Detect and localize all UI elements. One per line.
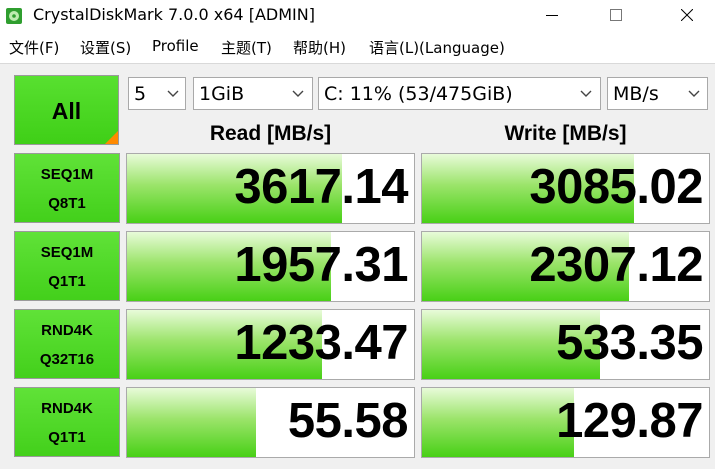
test-size-select[interactable]: 1GiB	[193, 77, 313, 110]
chevron-down-icon	[580, 90, 592, 97]
read-result-value: 1233.47	[234, 316, 408, 370]
run-all-button[interactable]: All	[14, 75, 119, 145]
test-type-label: SEQ1M	[40, 166, 94, 183]
write-result-bar	[422, 388, 575, 457]
menu-profile[interactable]: Profile	[152, 37, 199, 55]
minimize-button[interactable]	[529, 0, 575, 31]
test-rnd4k-q32t16-button[interactable]: RND4K Q32T16	[14, 309, 120, 379]
maximize-button[interactable]	[593, 0, 639, 31]
read-header: Read [MB/s]	[209, 122, 332, 145]
menu-help[interactable]: 帮助(H)	[293, 37, 346, 58]
minimize-icon	[546, 15, 558, 16]
chevron-down-icon	[688, 90, 700, 97]
drive-select[interactable]: C: 11% (53/475GiB)	[318, 77, 601, 110]
chevron-down-icon	[167, 90, 179, 97]
read-result-value: 1957.31	[234, 238, 408, 292]
menu-settings[interactable]: 设置(S)	[80, 37, 131, 58]
run-all-label: All	[51, 98, 82, 124]
test-rnd4k-q1t1-button[interactable]: RND4K Q1T1	[14, 387, 120, 457]
write-result-cell: 533.35	[421, 309, 710, 380]
test-seq1m-q8t1-button[interactable]: SEQ1M Q8T1	[14, 153, 120, 223]
unit-value: MB/s	[613, 83, 659, 105]
write-result-value: 3085.02	[529, 160, 703, 214]
read-result-value: 3617.14	[234, 160, 408, 214]
write-result-cell: 3085.02	[421, 153, 710, 224]
unit-select[interactable]: MB/s	[607, 77, 708, 110]
app-icon	[6, 8, 22, 24]
test-size-value: 1GiB	[199, 83, 245, 105]
write-result-value: 533.35	[556, 316, 703, 370]
write-result-value: 2307.12	[529, 238, 703, 292]
read-result-cell: 55.58	[126, 387, 415, 458]
test-queue-label: Q8T1	[48, 195, 86, 212]
menu-file[interactable]: 文件(F)	[9, 37, 59, 58]
menu-language[interactable]: 语言(L)(Language)	[369, 37, 505, 58]
window-title: CrystalDiskMark 7.0.0 x64 [ADMIN]	[33, 5, 315, 24]
test-queue-label: Q1T1	[48, 273, 86, 290]
test-queue-label: Q1T1	[48, 429, 86, 446]
title-bar: CrystalDiskMark 7.0.0 x64 [ADMIN]	[0, 0, 715, 31]
test-type-label: RND4K	[41, 322, 93, 339]
test-seq1m-q1t1-button[interactable]: SEQ1M Q1T1	[14, 231, 120, 301]
read-result-cell: 1233.47	[126, 309, 415, 380]
menu-bar: 文件(F) 设置(S) Profile 主题(T) 帮助(H) 语言(L)(La…	[0, 31, 715, 63]
drive-value: C: 11% (53/475GiB)	[324, 83, 513, 105]
test-type-label: SEQ1M	[40, 244, 94, 261]
menu-theme[interactable]: 主题(T)	[221, 37, 272, 58]
close-icon	[681, 9, 693, 21]
read-result-value: 55.58	[287, 394, 409, 448]
read-result-cell: 1957.31	[126, 231, 415, 302]
chevron-down-icon	[292, 90, 304, 97]
maximize-icon	[610, 9, 622, 21]
close-button[interactable]	[664, 0, 710, 31]
write-header: Write [MB/s]	[504, 122, 627, 145]
write-result-value: 129.87	[556, 394, 703, 448]
test-queue-label: Q32T16	[39, 351, 95, 368]
read-result-bar	[127, 388, 257, 457]
test-count-value: 5	[134, 83, 147, 105]
corner-marker	[105, 131, 118, 144]
write-result-cell: 2307.12	[421, 231, 710, 302]
write-result-cell: 129.87	[421, 387, 710, 458]
test-type-label: RND4K	[41, 400, 93, 417]
test-count-select[interactable]: 5	[128, 77, 186, 110]
read-result-cell: 3617.14	[126, 153, 415, 224]
